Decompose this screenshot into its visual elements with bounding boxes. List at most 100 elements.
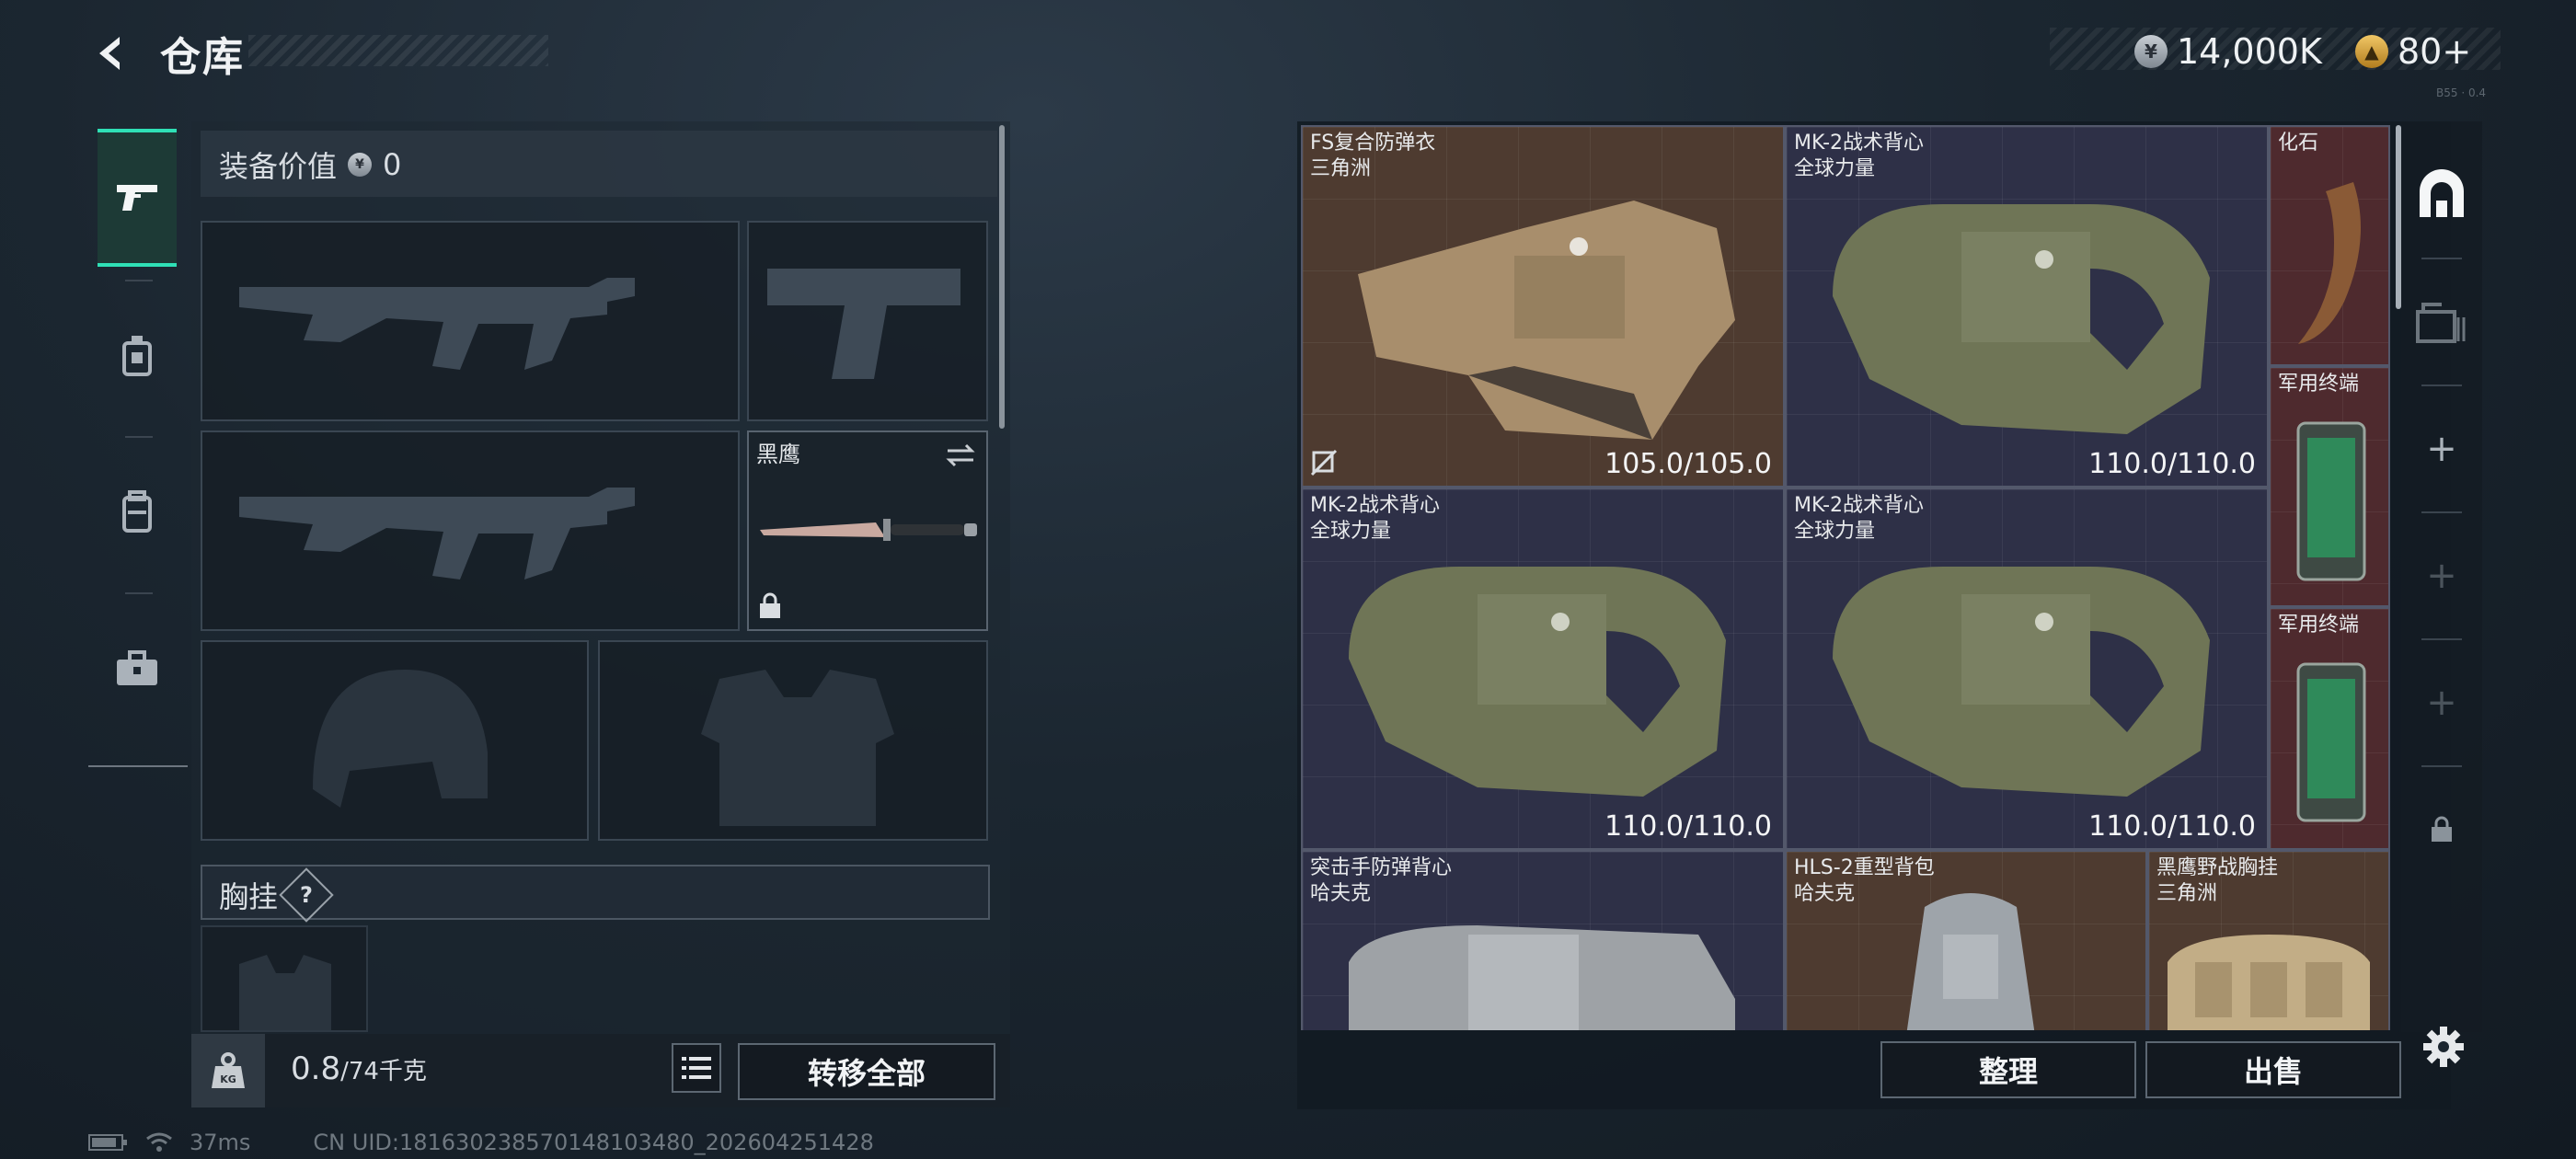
currency-silver-value: 14,000K xyxy=(2177,31,2322,72)
primary-weapon-slot-2[interactable] xyxy=(201,430,740,631)
inventory-item[interactable]: MK-2战术背心 全球力量 110.0/110.0 xyxy=(1785,125,2269,488)
backpack-icon xyxy=(122,490,152,533)
carry-max: /74千克 xyxy=(340,1058,427,1085)
sort-button[interactable]: 整理 xyxy=(1880,1041,2136,1098)
safe-box-icon xyxy=(2420,169,2464,217)
military-terminal-image xyxy=(2296,662,2366,822)
inventory-grid: FS复合防弹衣 三角洲 105.0/105.0 MK-2战术背心 全球力量 110.… xyxy=(1301,125,2390,1030)
settings-button[interactable] xyxy=(2421,1025,2466,1069)
item-source: 哈夫克 xyxy=(1310,882,1372,905)
item-durability: 110.0/110.0 xyxy=(1604,810,1772,843)
weight-icon: KG xyxy=(212,1052,245,1088)
melee-slot[interactable]: 黑鹰 xyxy=(747,430,988,631)
container-icon xyxy=(2416,303,2466,343)
carry-weight: 0.8/74千克 xyxy=(291,1050,427,1087)
chest-rig-slot[interactable] xyxy=(201,925,368,1032)
tab-backpack[interactable] xyxy=(98,443,177,581)
tab-ammo[interactable] xyxy=(98,287,177,425)
weight-icon-box: KG xyxy=(191,1034,265,1107)
back-button[interactable] xyxy=(88,31,132,75)
tab-weapons[interactable] xyxy=(98,129,177,267)
item-name: 化石 xyxy=(2278,132,2319,155)
list-view-button[interactable] xyxy=(672,1043,721,1093)
item-name: 军用终端 xyxy=(2278,614,2360,637)
item-name: MK-2战术背心 xyxy=(1310,494,1441,517)
carry-weight-bar: KG 0.8/74千克 转移全部 xyxy=(191,1034,1010,1107)
item-name: 黑鹰野战胸挂 xyxy=(2156,856,2279,879)
sell-button[interactable]: 出售 xyxy=(2145,1041,2401,1098)
tab-safe-box[interactable] xyxy=(2401,131,2482,256)
assault-vest-image xyxy=(1349,925,1735,1030)
currency-gold-value: 80+ xyxy=(2398,31,2472,72)
equipment-value: 0 xyxy=(383,147,402,182)
title-decoration xyxy=(248,35,548,66)
helmet-slot[interactable] xyxy=(201,640,589,841)
armor-slot[interactable] xyxy=(598,640,988,841)
gold-ticket-icon: ▲ xyxy=(2355,35,2388,68)
svg-text:KG: KG xyxy=(220,1073,236,1085)
add-container-button[interactable]: + xyxy=(2401,640,2482,765)
knife-icon xyxy=(760,519,977,541)
fossil-claw-image xyxy=(2298,182,2361,344)
equipment-value-header: 装备价值 ¥ 0 xyxy=(201,131,997,197)
item-name: MK-2战术背心 xyxy=(1794,494,1925,517)
inventory-item[interactable]: 军用终端 xyxy=(2269,366,2390,607)
gear-icon xyxy=(2423,1027,2464,1067)
vest-silhouette-icon xyxy=(701,670,894,826)
inventory-item[interactable]: MK-2战术背心 全球力量 110.0/110.0 xyxy=(1785,488,2269,850)
equipment-scrollbar[interactable] xyxy=(999,125,1005,429)
currency-gold[interactable]: ▲ 80+ xyxy=(2355,31,2471,72)
secondary-weapon-slot[interactable] xyxy=(747,221,988,421)
carry-current: 0.8 xyxy=(291,1050,341,1087)
inventory-item[interactable]: FS复合防弹衣 三角洲 105.0/105.0 xyxy=(1301,125,1785,488)
inventory-item[interactable]: 化石 xyxy=(2269,125,2390,366)
item-source: 三角洲 xyxy=(2156,882,2218,905)
chest-rig-label: 胸挂 xyxy=(219,879,279,914)
tab-toolbox[interactable] xyxy=(98,600,177,738)
inventory-item[interactable]: 军用终端 xyxy=(2269,607,2390,850)
item-name: HLS-2重型背包 xyxy=(1794,856,1935,879)
add-container-button[interactable]: + xyxy=(2401,513,2482,638)
no-repair-icon xyxy=(1310,449,1338,476)
silver-coin-icon: ¥ xyxy=(348,153,373,177)
rifle-silhouette-icon xyxy=(239,488,635,580)
pistol-icon xyxy=(117,185,157,211)
chest-rig-header: 胸挂 ? xyxy=(201,865,990,923)
user-uid: CN UID:18163023857014810348​0_2026042514… xyxy=(313,1130,874,1155)
primary-weapon-slot-1[interactable] xyxy=(201,221,740,421)
chevron-left-icon xyxy=(99,37,120,70)
transfer-all-button[interactable]: 转移全部 xyxy=(738,1043,995,1100)
lock-icon xyxy=(2432,816,2452,842)
item-durability: 110.0/110.0 xyxy=(2088,448,2256,480)
lock-icon xyxy=(760,592,780,618)
inventory-item[interactable]: MK-2战术背心 全球力量 110.0/110.0 xyxy=(1301,488,1785,850)
silver-coin-icon: ¥ xyxy=(2134,35,2168,68)
ping-value: 37ms xyxy=(190,1130,251,1155)
item-name: 突击手防弹背心 xyxy=(1310,856,1453,879)
inventory-item[interactable]: 突击手防弹背心 哈夫克 xyxy=(1301,850,1785,1030)
toolbox-icon xyxy=(117,650,157,685)
inventory-item[interactable]: 黑鹰野战胸挂 三角洲 xyxy=(2147,850,2390,1030)
wifi-icon xyxy=(146,1132,172,1152)
item-name: FS复合防弹衣 xyxy=(1310,132,1436,155)
container-tab-bar: + + + xyxy=(2401,121,2482,1032)
currency-silver[interactable]: ¥ 14,000K xyxy=(2134,31,2322,72)
tactical-vest-image xyxy=(1349,567,1726,797)
item-durability: 110.0/110.0 xyxy=(2088,810,2256,843)
item-durability: 105.0/105.0 xyxy=(1604,448,1772,480)
pistol-silhouette-icon xyxy=(767,269,960,379)
military-terminal-image xyxy=(2296,421,2366,581)
swap-icon[interactable] xyxy=(944,442,977,469)
list-icon xyxy=(682,1057,711,1079)
item-name: MK-2战术背心 xyxy=(1794,132,1925,155)
locked-container-slot[interactable] xyxy=(2401,767,2482,892)
add-container-button[interactable]: + xyxy=(2401,386,2482,511)
left-tab-bar xyxy=(88,121,188,767)
inventory-item[interactable]: HLS-2重型背包 哈夫克 xyxy=(1785,850,2147,1030)
help-icon[interactable]: ? xyxy=(279,867,334,923)
heavy-backpack-image xyxy=(1906,893,2035,1030)
tab-container[interactable] xyxy=(2401,259,2482,384)
ammo-pack-icon xyxy=(122,336,152,376)
inventory-actions-bar: 整理 出售 xyxy=(1297,1032,2451,1109)
item-name: 军用终端 xyxy=(2278,373,2360,396)
